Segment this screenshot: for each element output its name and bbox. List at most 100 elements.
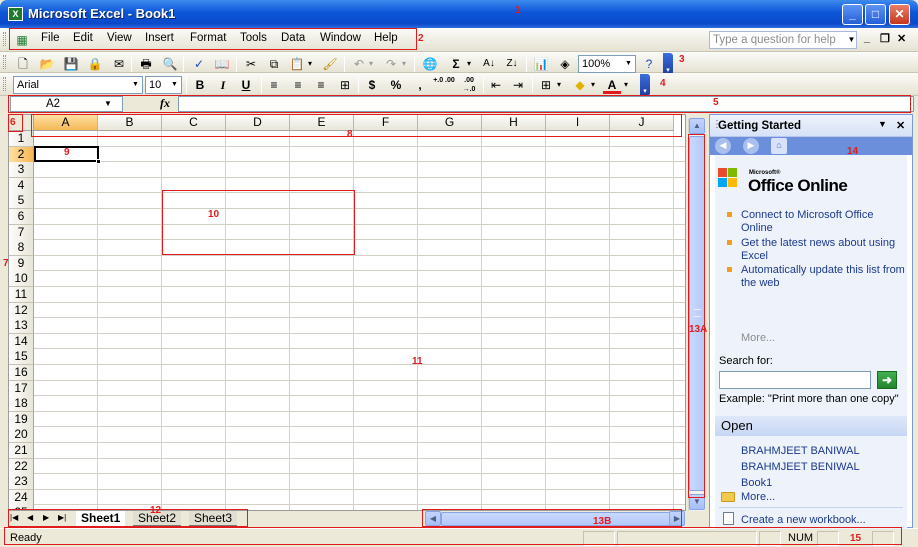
row-header-19[interactable]: 19 — [9, 411, 34, 428]
fill-dropdown-icon[interactable]: ▾ — [589, 76, 597, 94]
underline-button[interactable]: U — [238, 76, 254, 94]
undo-dropdown-icon[interactable]: ▾ — [367, 55, 375, 73]
doc-restore-button[interactable]: ❐ — [880, 32, 890, 45]
format-painter-icon[interactable]: 🖌 — [321, 55, 339, 73]
font-color-button[interactable]: A — [603, 76, 621, 94]
sort-ascending-icon[interactable]: A↓ — [480, 55, 498, 73]
pane-search-input[interactable] — [719, 371, 871, 389]
font-color-dropdown-icon[interactable]: ▾ — [622, 76, 630, 94]
row-header-22[interactable]: 22 — [9, 458, 34, 475]
help-icon[interactable]: ? — [640, 55, 658, 73]
search-go-button[interactable]: ➜ — [877, 371, 897, 389]
close-button[interactable]: ✕ — [889, 4, 910, 25]
align-left-icon[interactable]: ≡ — [266, 76, 282, 94]
row-header-14[interactable]: 14 — [9, 333, 34, 350]
link-auto-update[interactable]: Automatically update this list from the … — [741, 264, 906, 290]
home-icon[interactable]: ⌂ — [771, 138, 787, 154]
pane-menu-icon[interactable]: ▼ — [878, 119, 887, 129]
row-header-18[interactable]: 18 — [9, 396, 34, 413]
link-connect-office-online[interactable]: Connect to Microsoft Office Online — [741, 209, 906, 235]
borders-dropdown-icon[interactable]: ▾ — [555, 76, 563, 94]
autosum-dropdown-icon[interactable]: ▾ — [465, 55, 473, 73]
row-header-4[interactable]: 4 — [9, 177, 34, 194]
font-dropdown-icon[interactable]: ▼ — [130, 78, 141, 92]
row-header-11[interactable]: 11 — [9, 287, 34, 303]
open-icon[interactable]: 📂 — [38, 55, 56, 73]
row-header-23[interactable]: 23 — [9, 474, 34, 491]
doc-close-button[interactable]: ✕ — [897, 32, 906, 45]
print-preview-icon[interactable]: 🔍 — [161, 55, 179, 73]
zoom-select[interactable]: 100% ▼ — [578, 55, 636, 73]
spelling-icon[interactable]: ✓ — [190, 55, 208, 73]
row-header-16[interactable]: 16 — [9, 365, 34, 381]
doc-minimize-button[interactable]: _ — [864, 32, 870, 44]
hyperlink-icon[interactable]: 🌐 — [421, 55, 439, 73]
copy-icon[interactable]: ⧉ — [265, 55, 283, 73]
link-latest-news[interactable]: Get the latest news about using Excel — [741, 237, 906, 263]
toolbar-grip[interactable] — [3, 77, 6, 91]
recent-file-3[interactable]: Book1 — [741, 477, 772, 489]
open-more-link[interactable]: More... — [741, 491, 775, 503]
align-center-icon[interactable]: ≡ — [290, 76, 306, 94]
fill-color-icon[interactable]: ◆ — [571, 76, 589, 94]
help-search-input[interactable]: Type a question for help — [709, 31, 857, 49]
row-header-7[interactable]: 7 — [9, 224, 34, 241]
sort-descending-icon[interactable]: Z↓ — [503, 55, 521, 73]
bold-button[interactable]: B — [192, 76, 208, 94]
create-workbook-link[interactable]: Create a new workbook... — [741, 514, 866, 526]
maximize-button[interactable]: □ — [865, 4, 886, 25]
worksheet-grid[interactable]: A B C D E F G H I J 1 2 3 4 5 6 7 8 9 10 11 12 13 14 15 16 17 18 19 2… — [8, 114, 686, 511]
currency-button[interactable]: $ — [364, 76, 380, 94]
size-dropdown-icon[interactable]: ▼ — [169, 78, 180, 92]
row-header-17[interactable]: 17 — [9, 380, 34, 397]
autosum-icon[interactable]: Σ — [447, 55, 465, 73]
toolbar-options-icon[interactable]: ▾ — [640, 74, 650, 96]
save-icon[interactable]: 💾 — [62, 55, 80, 73]
office-online-logo[interactable]: Microsoft® Office Online — [718, 165, 848, 195]
row-header-13[interactable]: 13 — [9, 318, 34, 335]
undo-icon[interactable]: ↶ — [350, 55, 368, 73]
toolbar-grip[interactable] — [3, 32, 6, 46]
align-right-icon[interactable]: ≡ — [313, 76, 329, 94]
paste-dropdown-icon[interactable]: ▾ — [306, 55, 314, 73]
excel-app-icon[interactable]: X — [8, 7, 23, 21]
more-link[interactable]: More... — [741, 332, 775, 344]
drawing-icon[interactable]: ◈ — [556, 55, 574, 73]
borders-icon[interactable]: ⊞ — [538, 76, 554, 94]
percent-button[interactable]: % — [388, 76, 404, 94]
print-icon[interactable]: 🖶 — [137, 55, 155, 73]
cut-icon[interactable]: ✂ — [242, 55, 260, 73]
scroll-up-icon[interactable]: ▲ — [689, 118, 705, 134]
row-header-3[interactable]: 3 — [9, 162, 34, 179]
decrease-decimal-button[interactable]: .00 →.0 — [457, 76, 481, 94]
pane-close-icon[interactable]: ✕ — [896, 119, 905, 132]
recent-file-2[interactable]: BRAHMJEET BENIWAL — [741, 461, 860, 473]
decrease-indent-icon[interactable]: ⇤ — [488, 76, 504, 94]
back-icon[interactable]: ◀ — [715, 138, 731, 154]
new-icon[interactable]: 🗋 — [14, 55, 32, 73]
row-header-12[interactable]: 12 — [9, 302, 34, 319]
row-header-8[interactable]: 8 — [9, 240, 34, 257]
row-header-20[interactable]: 20 — [9, 427, 34, 444]
font-name-select[interactable]: Arial ▼ — [13, 76, 143, 94]
toolbar-grip[interactable] — [3, 55, 6, 69]
merge-center-icon[interactable]: ⊞ — [337, 76, 353, 94]
row-header-9[interactable]: 9 — [9, 255, 34, 272]
forward-icon[interactable]: ▶ — [743, 138, 759, 154]
row-header-24[interactable]: 24 — [9, 489, 34, 506]
redo-dropdown-icon[interactable]: ▾ — [400, 55, 408, 73]
research-icon[interactable]: 📖 — [213, 55, 231, 73]
recent-file-1[interactable]: BRAHMJEET BANIWAL — [741, 445, 860, 457]
font-size-select[interactable]: 10 ▼ — [145, 76, 182, 94]
row-header-21[interactable]: 21 — [9, 443, 34, 459]
row-header-2[interactable]: 2 — [9, 146, 34, 163]
increase-indent-icon[interactable]: ⇥ — [510, 76, 526, 94]
zoom-dropdown-icon[interactable]: ▼ — [623, 57, 634, 71]
redo-icon[interactable]: ↷ — [382, 55, 400, 73]
chart-wizard-icon[interactable]: 📊 — [532, 55, 550, 73]
row-header-5[interactable]: 5 — [9, 193, 34, 210]
toolbar-options-icon[interactable]: ▾ — [663, 53, 673, 75]
row-header-6[interactable]: 6 — [9, 209, 34, 225]
increase-decimal-button[interactable]: +.0 .00 — [432, 76, 456, 94]
comma-button[interactable]: , — [413, 76, 427, 94]
